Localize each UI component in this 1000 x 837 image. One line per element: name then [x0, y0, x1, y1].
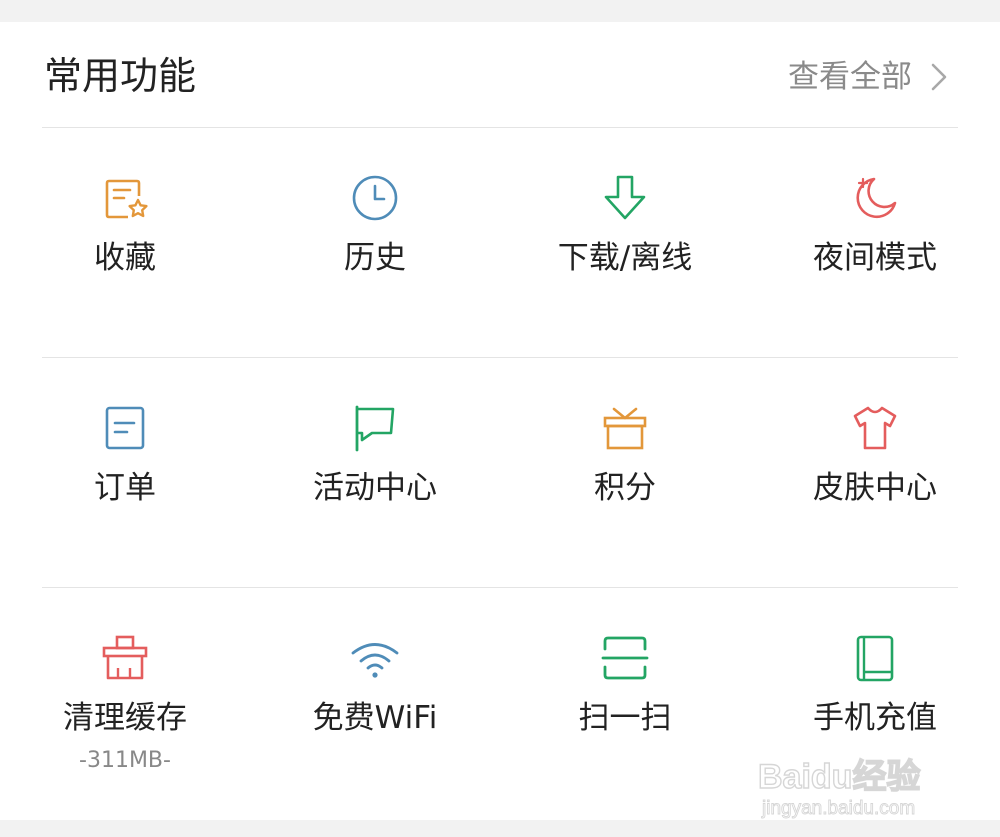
menu-item-label: 下载/离线: [557, 240, 693, 276]
menu-item-label: 收藏: [94, 240, 156, 276]
menu-item-orders[interactable]: 订单: [0, 358, 250, 588]
menu-item-download[interactable]: 下载/离线: [500, 128, 750, 358]
menu-item-label: 夜间模式: [813, 240, 937, 276]
menu-item-night-mode[interactable]: 夜间模式: [750, 128, 1000, 358]
menu-item-skin-center[interactable]: 皮肤中心: [750, 358, 1000, 588]
menu-item-activity-center[interactable]: 活动中心: [250, 358, 500, 588]
moon-icon: [850, 173, 900, 223]
menu-item-label: 免费WiFi: [312, 700, 438, 736]
card-header: 常用功能 查看全部: [0, 22, 1000, 128]
chevron-right-icon: [931, 63, 947, 91]
gift-box-icon: [600, 403, 650, 453]
clock-icon: [350, 173, 400, 223]
scan-icon: [600, 633, 650, 683]
menu-item-label: 活动中心: [313, 470, 437, 506]
common-functions-card: 常用功能 查看全部 收藏 历史 下载/离线 夜间模式 订单 活动中心 积分 皮肤…: [0, 22, 1000, 820]
cache-size-label: -311MB-: [79, 748, 171, 773]
menu-item-label: 历史: [344, 240, 406, 276]
menu-item-favorites[interactable]: 收藏: [0, 128, 250, 358]
menu-item-history[interactable]: 历史: [250, 128, 500, 358]
broom-clean-icon: [100, 633, 150, 683]
see-all-link[interactable]: 查看全部: [788, 55, 948, 99]
menu-item-label: 扫一扫: [578, 700, 672, 736]
menu-item-phone-recharge[interactable]: 手机充值: [750, 588, 1000, 818]
see-all-label: 查看全部: [788, 59, 912, 95]
menu-item-points[interactable]: 积分: [500, 358, 750, 588]
menu-item-label: 手机充值: [813, 700, 937, 736]
menu-item-free-wifi[interactable]: 免费WiFi: [250, 588, 500, 818]
menu-item-label: 皮肤中心: [813, 470, 937, 506]
flag-icon: [350, 403, 400, 453]
menu-item-clear-cache[interactable]: 清理缓存 -311MB-: [0, 588, 250, 818]
favorites-star-icon: [100, 173, 150, 223]
phone-recharge-icon: [850, 633, 900, 683]
wifi-icon: [350, 633, 400, 683]
section-title: 常用功能: [44, 54, 197, 98]
menu-item-label: 积分: [594, 470, 656, 506]
menu-item-scan[interactable]: 扫一扫: [500, 588, 750, 818]
tshirt-icon: [850, 403, 900, 453]
order-document-icon: [100, 403, 150, 453]
menu-item-label: 清理缓存: [63, 700, 187, 736]
download-arrow-icon: [600, 173, 650, 223]
menu-item-label: 订单: [94, 470, 156, 506]
